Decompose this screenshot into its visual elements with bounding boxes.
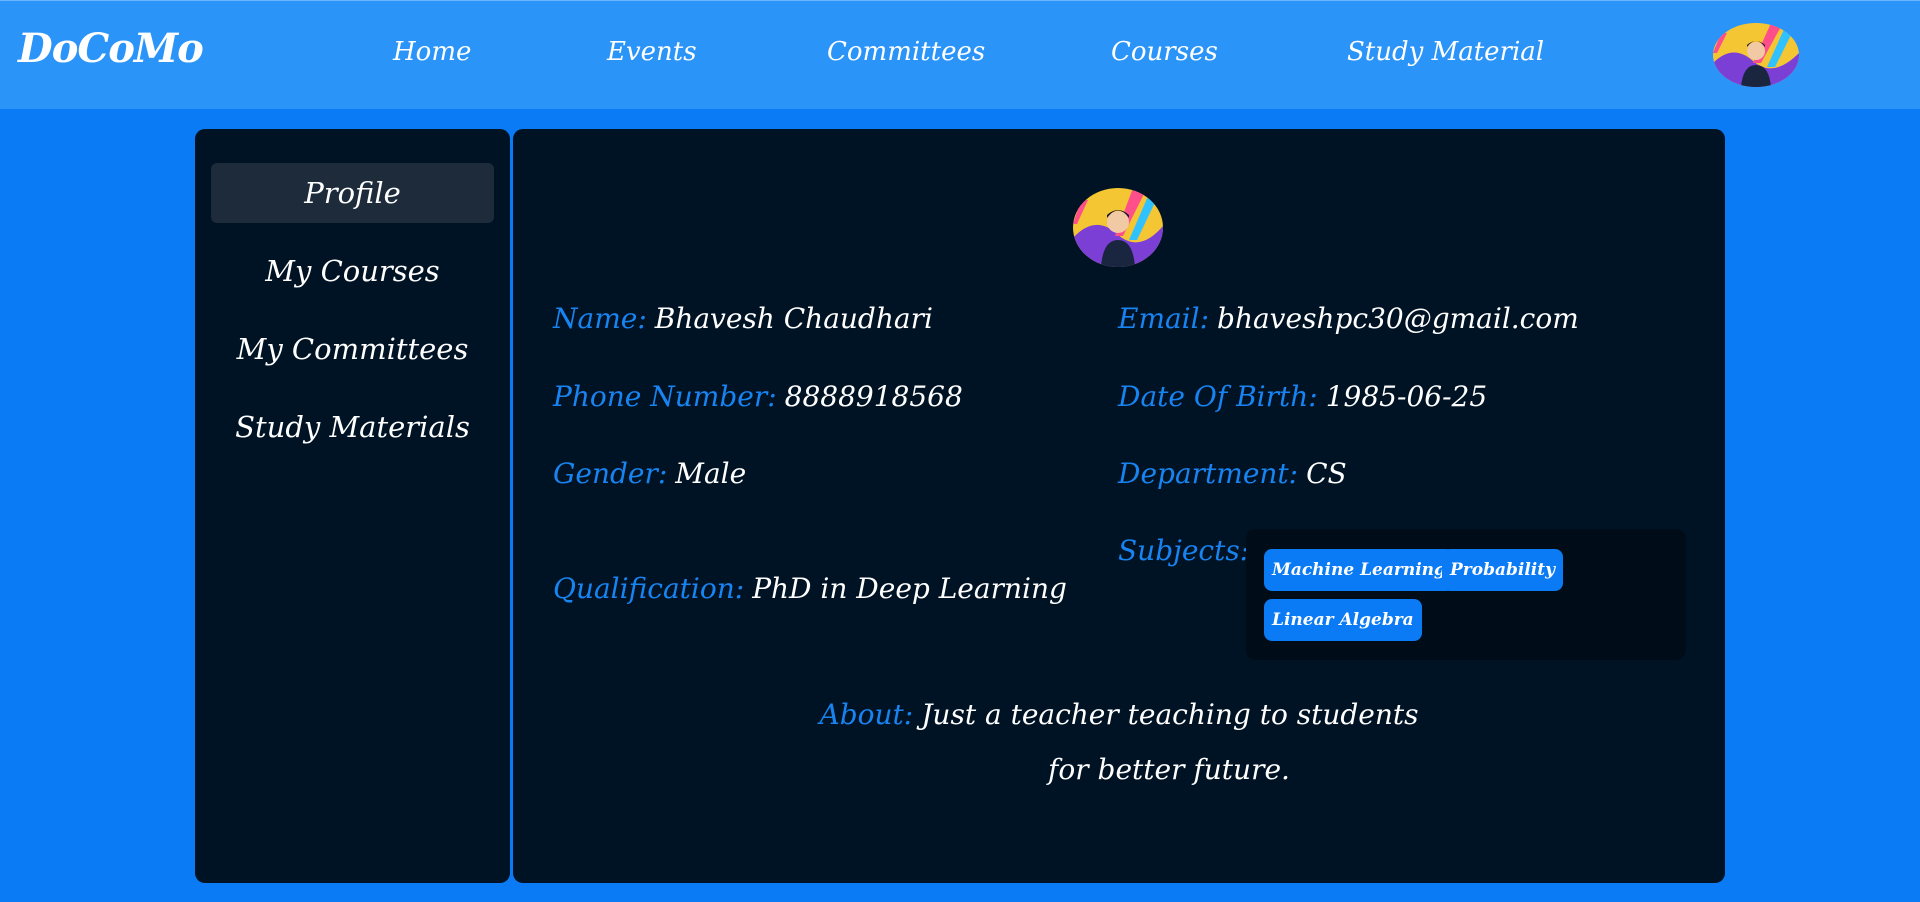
- subjects-field: Subjects:: [1118, 534, 1249, 567]
- about-value-line1: Just a teacher teaching to students: [921, 698, 1419, 731]
- avatar-illustration: [1713, 23, 1799, 87]
- subject-chip-probability[interactable]: Probability: [1442, 549, 1563, 591]
- profile-avatar-illustration: [1073, 188, 1163, 267]
- gender-field: Gender: Male: [553, 457, 746, 490]
- qualification-field: Qualification: PhD in Deep Learning: [553, 572, 1067, 605]
- dob-label: Date Of Birth:: [1118, 380, 1318, 413]
- department-value: CS: [1306, 457, 1347, 490]
- dob-field: Date Of Birth: 1985-06-25: [1118, 380, 1487, 413]
- profile-panel: Name: Bhavesh Chaudhari Email: bhaveshpc30…: [513, 129, 1725, 883]
- top-navbar: DoCoMo Home Events Committees Courses St…: [0, 0, 1920, 109]
- phone-value: 8888918568: [784, 380, 963, 413]
- email-field: Email: bhaveshpc30@gmail.com: [1118, 302, 1579, 335]
- user-avatar-icon[interactable]: [1713, 23, 1799, 87]
- about-label: About:: [819, 698, 914, 731]
- sidebar-item-study-materials[interactable]: Study Materials: [211, 397, 494, 457]
- nav-link-study-material[interactable]: Study Material: [1347, 37, 1544, 67]
- dob-value: 1985-06-25: [1325, 380, 1488, 413]
- name-field: Name: Bhavesh Chaudhari: [553, 302, 933, 335]
- subjects-label: Subjects:: [1118, 534, 1250, 567]
- name-value: Bhavesh Chaudhari: [654, 302, 933, 335]
- nav-link-home[interactable]: Home: [393, 37, 471, 67]
- subject-chip-linear-algebra[interactable]: Linear Algebra: [1264, 599, 1422, 641]
- about-field: About: Just a teacher teaching to student…: [513, 687, 1725, 742]
- email-label: Email:: [1118, 302, 1210, 335]
- department-label: Department:: [1118, 457, 1299, 490]
- phone-field: Phone Number: 8888918568: [553, 380, 963, 413]
- phone-label: Phone Number:: [553, 380, 777, 413]
- profile-avatar-icon: [1073, 188, 1163, 267]
- about-value-line2: for better future.: [1048, 753, 1290, 786]
- sidebar-item-my-courses[interactable]: My Courses: [211, 241, 494, 301]
- gender-value: Male: [675, 457, 747, 490]
- gender-label: Gender:: [553, 457, 668, 490]
- subjects-list: Machine Learning Probability Linear Alge…: [1246, 529, 1686, 660]
- sidebar-item-profile[interactable]: Profile: [211, 163, 494, 223]
- nav-link-courses[interactable]: Courses: [1111, 37, 1218, 67]
- qualification-label: Qualification:: [553, 572, 745, 605]
- subject-chip-machine-learning[interactable]: Machine Learning: [1264, 549, 1454, 591]
- department-field: Department: CS: [1118, 457, 1347, 490]
- nav-link-events[interactable]: Events: [607, 37, 697, 67]
- email-value: bhaveshpc30@gmail.com: [1217, 302, 1579, 335]
- nav-link-committees[interactable]: Committees: [827, 37, 985, 67]
- name-label: Name:: [553, 302, 647, 335]
- qualification-value: PhD in Deep Learning: [752, 572, 1067, 605]
- sidebar: Profile My Courses My Committees Study M…: [195, 129, 510, 883]
- sidebar-item-my-committees[interactable]: My Committees: [211, 319, 494, 379]
- brand-logo[interactable]: DoCoMo: [18, 25, 204, 72]
